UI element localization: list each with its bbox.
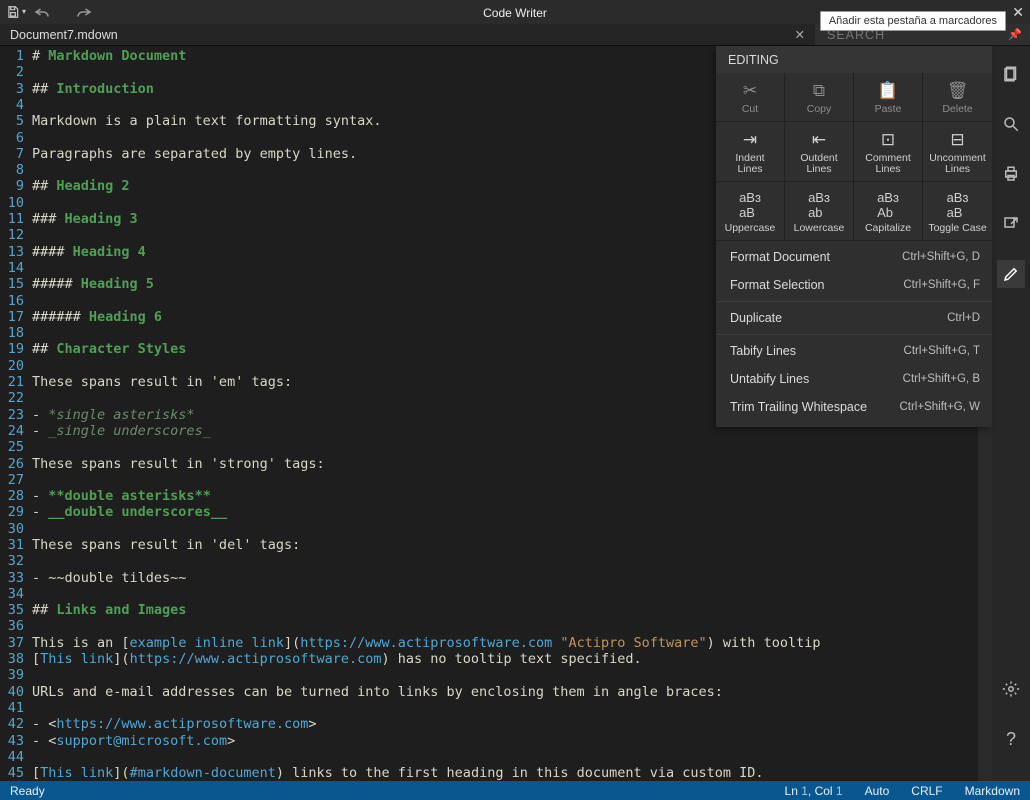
code-line[interactable]: 30 bbox=[0, 521, 992, 537]
editor-area[interactable]: 1# Markdown Document23## Introduction45M… bbox=[0, 46, 992, 781]
status-eol[interactable]: CRLF bbox=[911, 784, 942, 798]
editing-comment-lines[interactable]: ⊡CommentLines bbox=[854, 122, 923, 181]
code-line[interactable]: 28- **double asterisks** bbox=[0, 488, 992, 504]
code-line[interactable]: 40URLs and e-mail addresses can be turne… bbox=[0, 684, 992, 700]
redo-button[interactable] bbox=[72, 0, 96, 24]
code-line[interactable]: 29- __double underscores__ bbox=[0, 504, 992, 520]
editing-outdent-lines[interactable]: ⇤OutdentLines bbox=[785, 122, 854, 181]
editing-trim-trailing-whitespace[interactable]: Trim Trailing WhitespaceCtrl+Shift+G, W bbox=[716, 393, 992, 421]
save-button[interactable]: ▾ bbox=[4, 0, 28, 24]
status-position: Ln 1, Col 1 bbox=[785, 784, 843, 798]
editing-tabify-lines[interactable]: Tabify LinesCtrl+Shift+G, T bbox=[716, 334, 992, 365]
bookmark-tooltip: Añadir esta pestaña a marcadores bbox=[820, 11, 1006, 31]
rail-print-icon[interactable] bbox=[997, 160, 1025, 188]
editing-capitalize[interactable]: aBɜAbCapitalize bbox=[854, 182, 923, 240]
rail-search-icon[interactable] bbox=[997, 110, 1025, 138]
code-line[interactable]: 25 bbox=[0, 439, 992, 455]
undo-button[interactable] bbox=[30, 0, 54, 24]
status-ready: Ready bbox=[10, 784, 785, 798]
code-line[interactable]: 44 bbox=[0, 749, 992, 765]
editing-copy[interactable]: ⧉Copy bbox=[785, 73, 854, 121]
code-line[interactable]: 32 bbox=[0, 553, 992, 569]
editing-panel: EDITING ✂Cut⧉Copy📋Paste🗑Delete ⇥IndentLi… bbox=[716, 46, 992, 427]
editing-duplicate[interactable]: DuplicateCtrl+D bbox=[716, 301, 992, 332]
code-line[interactable]: 33- ~~double tildes~~ bbox=[0, 570, 992, 586]
title-bar: ▾ Code Writer ✕ Añadir esta pestaña a ma… bbox=[0, 0, 1030, 24]
code-line[interactable]: 38[This link](https://www.actiprosoftwar… bbox=[0, 651, 992, 667]
code-line[interactable]: 41 bbox=[0, 700, 992, 716]
status-language[interactable]: Markdown bbox=[965, 784, 1020, 798]
rail-help-icon[interactable]: ? bbox=[997, 725, 1025, 753]
code-line[interactable]: 42- <https://www.actiprosoftware.com> bbox=[0, 716, 992, 732]
right-rail: ? bbox=[992, 46, 1030, 781]
editing-format-document[interactable]: Format DocumentCtrl+Shift+G, D bbox=[716, 243, 992, 271]
rail-edit-icon[interactable] bbox=[997, 260, 1025, 288]
code-line[interactable]: 43- <support@microsoft.com> bbox=[0, 733, 992, 749]
editing-indent-lines[interactable]: ⇥IndentLines bbox=[716, 122, 785, 181]
editing-panel-title: EDITING bbox=[716, 46, 992, 73]
editing-untabify-lines[interactable]: Untabify LinesCtrl+Shift+G, B bbox=[716, 365, 992, 393]
code-line[interactable]: 36 bbox=[0, 618, 992, 634]
rail-settings-icon[interactable] bbox=[997, 675, 1025, 703]
code-line[interactable]: 34 bbox=[0, 586, 992, 602]
editing-uncomment-lines[interactable]: ⊟UncommentLines bbox=[923, 122, 992, 181]
pin-icon[interactable]: 📌 bbox=[1008, 28, 1022, 41]
code-line[interactable]: 45[This link](#markdown-document) links … bbox=[0, 765, 992, 781]
editing-toggle-case[interactable]: aBɜaBToggle Case bbox=[923, 182, 992, 240]
editing-uppercase[interactable]: aBɜaBUppercase bbox=[716, 182, 785, 240]
rail-share-icon[interactable] bbox=[997, 210, 1025, 238]
save-caret-icon: ▾ bbox=[22, 7, 26, 16]
code-line[interactable]: 26These spans result in 'strong' tags: bbox=[0, 456, 992, 472]
code-line[interactable]: 35## Links and Images bbox=[0, 602, 992, 618]
app-title: Code Writer bbox=[483, 6, 547, 20]
code-line[interactable]: 37This is an [example inline link](https… bbox=[0, 635, 992, 651]
code-line[interactable]: 27 bbox=[0, 472, 992, 488]
window-close-button[interactable]: ✕ bbox=[1012, 4, 1024, 21]
editing-cut[interactable]: ✂Cut bbox=[716, 73, 785, 121]
rail-documents-icon[interactable] bbox=[997, 60, 1025, 88]
code-line[interactable]: 39 bbox=[0, 667, 992, 683]
document-filename: Document7.mdown bbox=[10, 28, 118, 42]
status-encoding-auto[interactable]: Auto bbox=[865, 784, 890, 798]
tab-close-button[interactable]: ✕ bbox=[795, 27, 805, 42]
editing-lowercase[interactable]: aBɜabLowercase bbox=[785, 182, 854, 240]
document-tab[interactable]: Document7.mdown ✕ bbox=[0, 24, 815, 45]
editing-format-selection[interactable]: Format SelectionCtrl+Shift+G, F bbox=[716, 271, 992, 299]
editing-delete[interactable]: 🗑Delete bbox=[923, 73, 992, 121]
status-bar: Ready Ln 1, Col 1 Auto CRLF Markdown bbox=[0, 781, 1030, 800]
code-line[interactable]: 31These spans result in 'del' tags: bbox=[0, 537, 992, 553]
editing-paste[interactable]: 📋Paste bbox=[854, 73, 923, 121]
